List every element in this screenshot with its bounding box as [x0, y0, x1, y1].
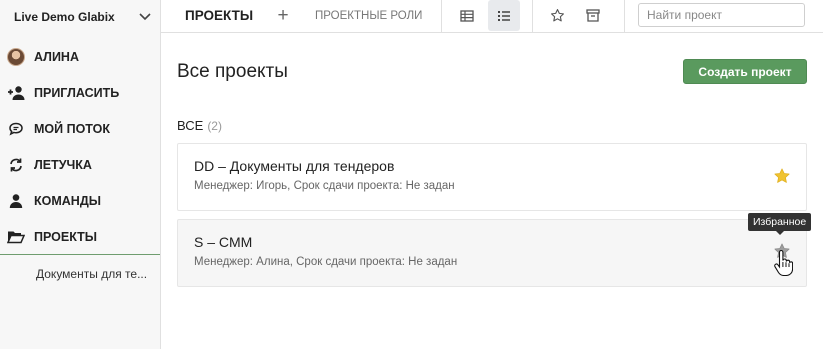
project-card[interactable]: S – CMM Менеджер: Алина, Срок сдачи прое…	[177, 219, 807, 287]
star-outline-icon	[550, 9, 564, 22]
section-count: (2)	[207, 119, 222, 133]
top-toolbar: ПРОЕКТЫ + ПРОЕКТНЫЕ РОЛИ	[161, 0, 823, 33]
sidebar-item-label: ПРИГЛАСИТЬ	[34, 86, 120, 100]
user-icon	[9, 194, 23, 208]
project-title[interactable]: DD – Документы для тендеров	[194, 158, 394, 174]
sidebar-item-invite[interactable]: ПРИГЛАСИТЬ	[0, 75, 160, 111]
project-card[interactable]: DD – Документы для тендеров Менеджер: Иг…	[177, 143, 807, 211]
project-meta: Менеджер: Игорь, Срок сдачи проекта: Не …	[194, 180, 455, 192]
archive-icon	[586, 9, 600, 22]
section-header: ВСЕ (2)	[177, 118, 222, 133]
sidebar-item-label: ЛЕТУЧКА	[34, 158, 92, 172]
sidebar-item-label: КОМАНДЫ	[34, 194, 101, 208]
hand-cursor-icon	[774, 250, 793, 276]
sidebar-item-standup[interactable]: ЛЕТУЧКА	[0, 147, 160, 183]
favorite-tooltip: Избранное	[748, 213, 812, 231]
add-project-button[interactable]: +	[273, 5, 293, 27]
tooltip-arrow	[776, 231, 784, 235]
sidebar-item-label: МОЙ ПОТОК	[34, 122, 110, 136]
star-filled-icon[interactable]	[773, 167, 791, 185]
refresh-icon	[10, 158, 22, 172]
archive-button[interactable]	[577, 0, 609, 31]
list-icon	[498, 10, 510, 21]
chat-icon	[9, 122, 23, 136]
table-icon	[460, 9, 474, 22]
tab-projects[interactable]: ПРОЕКТЫ	[185, 8, 253, 23]
workspace-name: Live Demo Glabix	[14, 9, 115, 24]
favorites-filter-button[interactable]	[541, 0, 573, 31]
sidebar-item-label: ПРОЕКТЫ	[34, 229, 98, 244]
project-meta: Менеджер: Алина, Срок сдачи проекта: Не …	[194, 256, 458, 268]
create-project-button[interactable]: Создать проект	[683, 59, 807, 84]
list-view-button[interactable]	[488, 0, 520, 31]
sidebar-item-projects[interactable]: ПРОЕКТЫ	[0, 219, 160, 255]
divider	[532, 0, 533, 33]
sidebar-item-label: АЛИНА	[34, 50, 79, 64]
section-label: ВСЕ	[177, 118, 204, 133]
sidebar-subitem-project[interactable]: Документы для те...	[36, 267, 147, 281]
tab-project-roles[interactable]: ПРОЕКТНЫЕ РОЛИ	[315, 10, 422, 22]
divider	[441, 0, 442, 33]
project-title[interactable]: S – CMM	[194, 234, 252, 250]
avatar	[7, 48, 25, 66]
add-user-icon	[8, 86, 25, 100]
table-view-button[interactable]	[451, 0, 483, 31]
search-input[interactable]	[638, 3, 805, 27]
sidebar-item-alina[interactable]: АЛИНА	[0, 39, 160, 75]
chevron-down-icon	[139, 13, 151, 21]
folder-open-icon	[7, 231, 25, 244]
workspace-switcher[interactable]: Live Demo Glabix	[0, 0, 160, 33]
sidebar-item-teams[interactable]: КОМАНДЫ	[0, 183, 160, 219]
divider	[624, 0, 625, 33]
sidebar: Live Demo Glabix АЛИНА ПРИГЛАСИТЬ МОЙ ПО…	[0, 0, 161, 349]
page-title: Все проекты	[177, 61, 288, 82]
sidebar-item-my-stream[interactable]: МОЙ ПОТОК	[0, 111, 160, 147]
